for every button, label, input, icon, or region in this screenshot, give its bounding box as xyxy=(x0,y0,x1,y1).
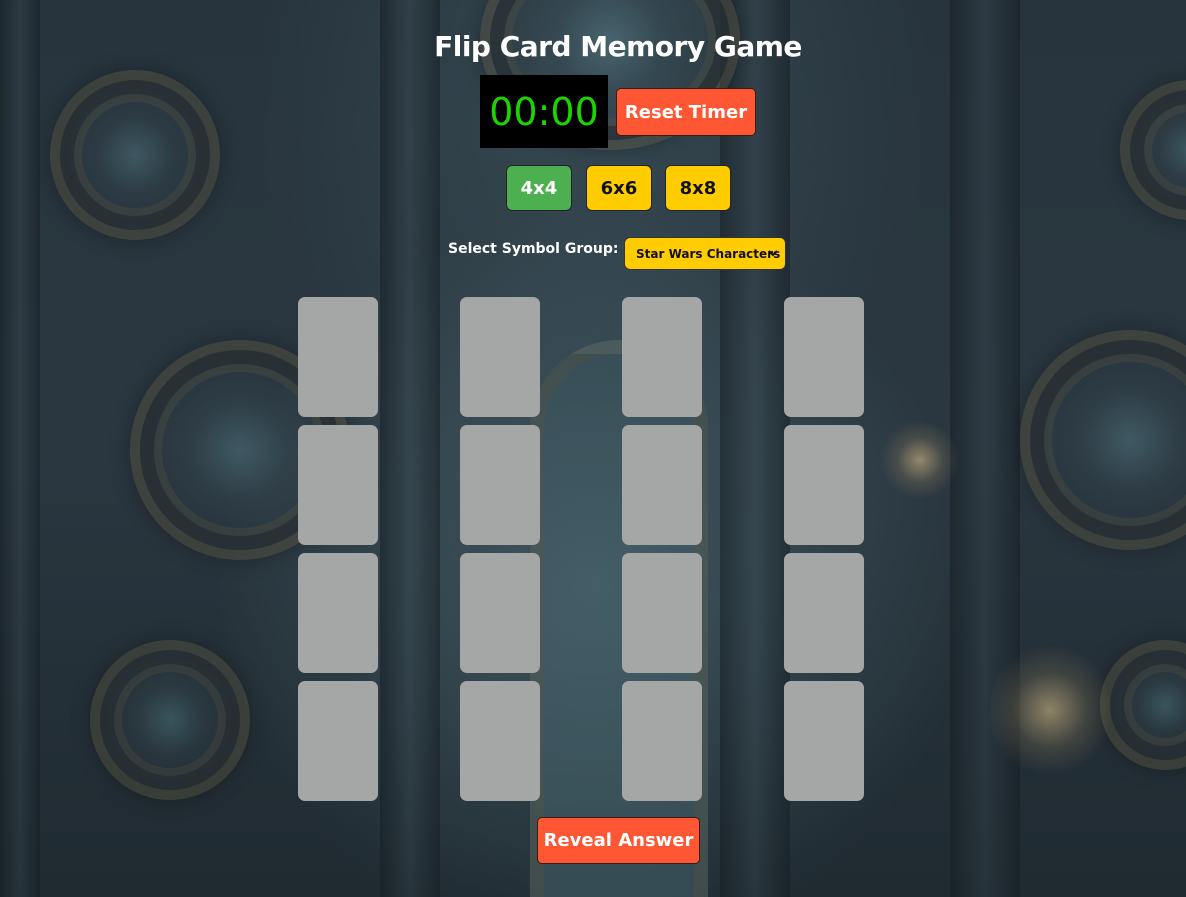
reset-timer-button[interactable]: Reset Timer xyxy=(616,88,756,136)
memory-card[interactable] xyxy=(460,681,540,801)
symbol-group-label: Select Symbol Group: xyxy=(448,241,619,257)
memory-card[interactable] xyxy=(784,553,864,673)
game-app: Flip Card Memory Game 00:00 Reset Timer … xyxy=(0,0,1186,897)
memory-card[interactable] xyxy=(622,681,702,801)
memory-card[interactable] xyxy=(622,297,702,417)
memory-card[interactable] xyxy=(460,297,540,417)
memory-card[interactable] xyxy=(784,425,864,545)
memory-card[interactable] xyxy=(460,553,540,673)
symbol-group-selected-value: Star Wars Characters xyxy=(636,246,781,261)
memory-card[interactable] xyxy=(298,297,378,417)
memory-card[interactable] xyxy=(298,425,378,545)
timer-display: 00:00 xyxy=(480,75,608,148)
reveal-answer-button[interactable]: Reveal Answer xyxy=(537,817,700,864)
page-title: Flip Card Memory Game xyxy=(434,30,802,63)
memory-card[interactable] xyxy=(298,553,378,673)
memory-card[interactable] xyxy=(622,425,702,545)
grid-size-8x8-button[interactable]: 8x8 xyxy=(665,165,731,211)
memory-card[interactable] xyxy=(784,297,864,417)
memory-card[interactable] xyxy=(784,681,864,801)
memory-card[interactable] xyxy=(460,425,540,545)
grid-size-4x4-button[interactable]: 4x4 xyxy=(506,165,572,211)
chevron-down-icon xyxy=(768,250,778,257)
grid-size-6x6-button[interactable]: 6x6 xyxy=(586,165,652,211)
memory-card[interactable] xyxy=(298,681,378,801)
symbol-group-select[interactable]: Star Wars Characters xyxy=(624,237,786,270)
memory-card[interactable] xyxy=(622,553,702,673)
